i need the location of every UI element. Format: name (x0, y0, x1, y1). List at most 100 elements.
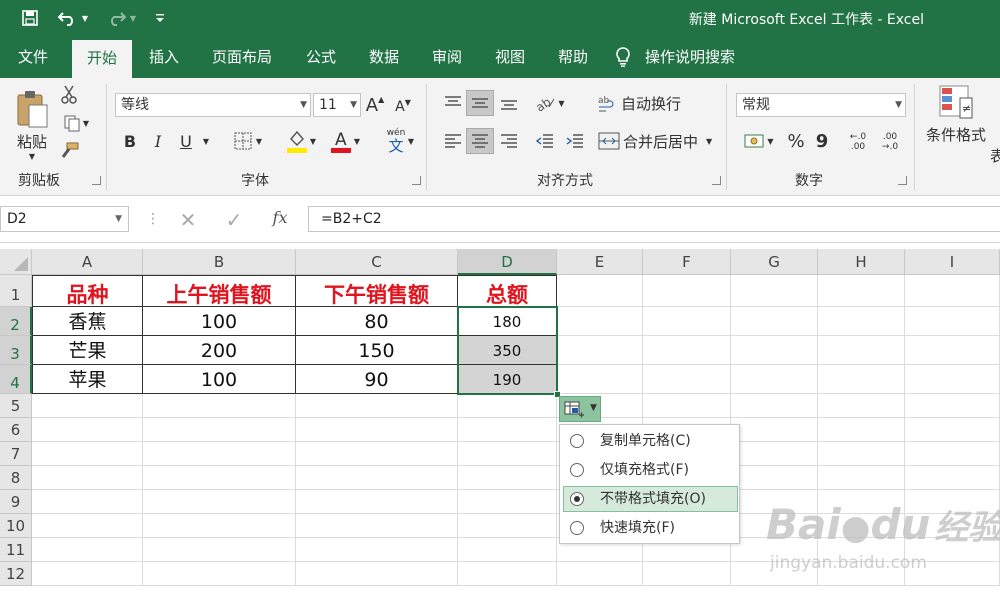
select-all-button[interactable] (0, 249, 32, 275)
cell-b11[interactable] (143, 538, 296, 562)
cell-h2[interactable] (818, 307, 905, 336)
orientation-icon[interactable]: ab ▼ (532, 90, 568, 116)
tab-help[interactable]: 帮助 (546, 36, 600, 78)
row-header-3[interactable]: 3 (0, 336, 32, 365)
cell-g6[interactable] (731, 418, 818, 442)
auto-fill-options-button[interactable]: ▼ (559, 396, 601, 422)
cell-h5[interactable] (818, 394, 905, 418)
cell-c3[interactable]: 150 (296, 336, 458, 365)
cell-b10[interactable] (143, 514, 296, 538)
cell-b4[interactable]: 100 (143, 365, 296, 394)
cell-f2[interactable] (643, 307, 731, 336)
cell-i8[interactable] (905, 466, 1000, 490)
radio-copy-cells[interactable] (570, 434, 584, 448)
alignment-launcher-icon[interactable] (712, 176, 721, 185)
merge-center-button[interactable]: 合并后居中 ▼ (598, 128, 716, 154)
align-left-icon[interactable] (440, 128, 466, 154)
cancel-icon[interactable]: ✕ (176, 208, 200, 232)
increase-decimal-button[interactable]: ←.0 .00 (844, 128, 872, 156)
conditional-formatting-button[interactable]: ≠ 条件格式 (922, 84, 990, 170)
cell-g8[interactable] (731, 466, 818, 490)
cell-f1[interactable] (643, 275, 731, 307)
cell-f5[interactable] (643, 394, 731, 418)
tab-insert[interactable]: 插入 (138, 36, 190, 78)
cell-d2[interactable]: 180 (458, 307, 557, 336)
cell-a7[interactable] (32, 442, 143, 466)
decrease-indent-icon[interactable] (532, 128, 558, 154)
clipboard-launcher-icon[interactable] (92, 176, 101, 185)
column-header-h[interactable]: H (818, 249, 905, 275)
cell-b6[interactable] (143, 418, 296, 442)
align-middle-icon[interactable] (466, 90, 494, 116)
column-header-d[interactable]: D (458, 249, 557, 275)
decrease-font-size-icon[interactable]: A ▼ (393, 95, 413, 119)
cell-e1[interactable] (557, 275, 643, 307)
phonetic-dropdown-icon[interactable]: ▼ (406, 129, 416, 153)
cell-c10[interactable] (296, 514, 458, 538)
cell-i3[interactable] (905, 336, 1000, 365)
menu-item-flash-fill[interactable]: 快速填充(F) (563, 515, 738, 541)
formula-input[interactable]: =B2+C2 (308, 206, 1000, 232)
align-center-icon[interactable] (466, 128, 494, 154)
name-box[interactable]: D2 ▼ (0, 206, 129, 232)
column-header-g[interactable]: G (731, 249, 818, 275)
format-as-table-partial[interactable]: 表 (990, 144, 1000, 166)
cell-d8[interactable] (458, 466, 557, 490)
align-bottom-icon[interactable] (496, 90, 522, 116)
radio-flash-fill[interactable] (570, 521, 584, 535)
cell-e12[interactable] (557, 562, 643, 586)
font-launcher-icon[interactable] (412, 176, 421, 185)
row-header-4[interactable]: 4 (0, 365, 32, 394)
cell-h6[interactable] (818, 418, 905, 442)
cell-d9[interactable] (458, 490, 557, 514)
number-format-select[interactable]: 常规 ▼ (736, 93, 906, 117)
cell-d5[interactable] (458, 394, 557, 418)
underline-dropdown-icon[interactable]: ▼ (196, 129, 216, 153)
cell-d3[interactable]: 350 (458, 336, 557, 365)
cell-a8[interactable] (32, 466, 143, 490)
underline-button[interactable]: U (176, 129, 196, 153)
cell-g3[interactable] (731, 336, 818, 365)
cell-d1[interactable]: 总额 (458, 275, 557, 307)
row-header-9[interactable]: 9 (0, 490, 32, 514)
font-size-select[interactable]: 11 ▼ (313, 93, 361, 117)
cell-b8[interactable] (143, 466, 296, 490)
cell-c11[interactable] (296, 538, 458, 562)
decrease-decimal-button[interactable]: .00 →.0 (876, 128, 904, 156)
column-header-a[interactable]: A (32, 249, 143, 275)
cell-i6[interactable] (905, 418, 1000, 442)
align-top-icon[interactable] (440, 90, 466, 116)
cell-f12[interactable] (643, 562, 731, 586)
percent-style-button[interactable]: % (784, 128, 808, 154)
cell-h1[interactable] (818, 275, 905, 307)
customize-qat-icon[interactable] (150, 6, 170, 30)
cell-a11[interactable] (32, 538, 143, 562)
cell-i2[interactable] (905, 307, 1000, 336)
align-right-icon[interactable] (496, 128, 522, 154)
row-header-2[interactable]: 2 (0, 307, 32, 336)
cell-a2[interactable]: 香蕉 (32, 307, 143, 336)
bold-button[interactable]: B (120, 129, 140, 153)
cell-c2[interactable]: 80 (296, 307, 458, 336)
cell-b1[interactable]: 上午销售额 (143, 275, 296, 307)
cell-b9[interactable] (143, 490, 296, 514)
menu-item-fill-formatting-only[interactable]: 仅填充格式(F) (563, 457, 738, 483)
cell-f4[interactable] (643, 365, 731, 394)
enter-icon[interactable]: ✓ (222, 208, 246, 232)
row-header-7[interactable]: 7 (0, 442, 32, 466)
cell-d6[interactable] (458, 418, 557, 442)
cell-g4[interactable] (731, 365, 818, 394)
tab-home[interactable]: 开始 (72, 40, 132, 78)
column-header-i[interactable]: I (905, 249, 1000, 275)
cell-h7[interactable] (818, 442, 905, 466)
cell-b2[interactable]: 100 (143, 307, 296, 336)
cell-h3[interactable] (818, 336, 905, 365)
cell-g1[interactable] (731, 275, 818, 307)
comma-style-button[interactable]: 9 (812, 128, 832, 154)
menu-item-copy-cells[interactable]: 复制单元格(C) (563, 428, 738, 454)
cell-d11[interactable] (458, 538, 557, 562)
cell-i5[interactable] (905, 394, 1000, 418)
tab-formulas[interactable]: 公式 (294, 36, 348, 78)
tab-view[interactable]: 视图 (483, 36, 537, 78)
font-name-select[interactable]: 等线 ▼ (115, 93, 311, 117)
